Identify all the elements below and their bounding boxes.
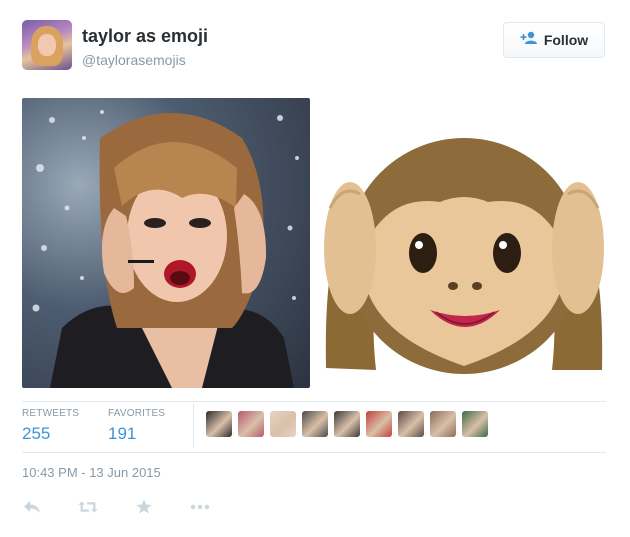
favoriter-avatar[interactable] [462, 411, 488, 437]
add-user-icon [520, 31, 538, 50]
tweet-photo-person[interactable] [22, 98, 310, 388]
stats-separator [193, 404, 194, 448]
reply-icon[interactable] [22, 497, 42, 517]
user-handle[interactable]: @taylorasemojis [82, 52, 186, 68]
user-fullname[interactable]: taylor as emoji [82, 26, 208, 47]
user-avatar[interactable] [22, 20, 72, 70]
favoriter-avatar[interactable] [334, 411, 360, 437]
tweet-actions [22, 497, 246, 517]
favorites-label: FAVORITES [108, 408, 166, 419]
favoriter-avatar[interactable] [430, 411, 456, 437]
favoriter-avatar[interactable] [270, 411, 296, 437]
favoriter-avatar[interactable] [238, 411, 264, 437]
follow-button-label: Follow [543, 32, 589, 48]
follow-button[interactable]: Follow [503, 22, 605, 58]
stats-bottom-divider [22, 452, 606, 453]
favoriter-avatar[interactable] [206, 411, 232, 437]
favorites-count[interactable]: 191 [108, 424, 136, 444]
tweet-photo-monkey-emoji[interactable] [318, 98, 606, 388]
favoriter-avatar[interactable] [366, 411, 392, 437]
tweet-timestamp[interactable]: 10:43 PM - 13 Jun 2015 [22, 465, 161, 480]
favoriter-avatar[interactable] [398, 411, 424, 437]
stats-top-divider [22, 401, 606, 402]
favorite-icon[interactable] [134, 497, 154, 517]
favoriter-avatars [206, 411, 488, 437]
favoriter-avatar[interactable] [302, 411, 328, 437]
retweets-count[interactable]: 255 [22, 424, 50, 444]
more-icon[interactable] [190, 497, 210, 517]
retweet-icon[interactable] [78, 497, 98, 517]
retweets-label: RETWEETS [22, 408, 80, 419]
